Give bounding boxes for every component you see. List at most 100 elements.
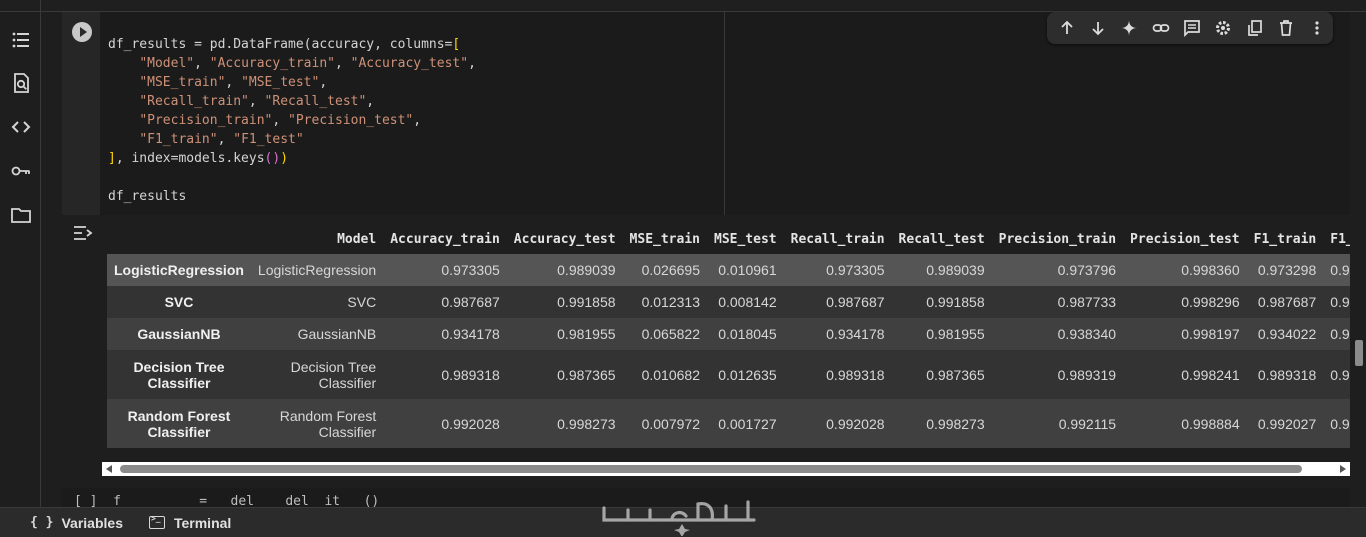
table-cell: 0.987365 bbox=[926, 366, 985, 383]
secrets-key-icon[interactable] bbox=[8, 158, 34, 184]
table-cell: 0.998296 bbox=[1181, 294, 1240, 310]
watermark-logo bbox=[602, 500, 756, 536]
row-index: GaussianNB bbox=[137, 326, 221, 342]
variables-label: Variables bbox=[61, 514, 123, 531]
table-header-row: Model Accuracy_train Accuracy_test MSE_t… bbox=[107, 224, 1366, 254]
output-actions-icon[interactable] bbox=[72, 222, 94, 244]
table-cell: 0.992028 bbox=[826, 415, 885, 432]
delete-cell-button[interactable] bbox=[1270, 12, 1301, 44]
trash-icon bbox=[1279, 20, 1292, 36]
table-cell: 0.989039 bbox=[557, 262, 616, 278]
table-row: GaussianNB GaussianNB 0.934178 0.981955 … bbox=[107, 318, 1366, 350]
table-cell: 0.065822 bbox=[641, 326, 700, 342]
model-cell: Decision Tree Classifier bbox=[290, 358, 377, 391]
table-cell: 0.981955 bbox=[926, 326, 985, 342]
vertical-scrollbar[interactable] bbox=[1352, 12, 1366, 507]
vertical-scroll-thumb[interactable] bbox=[1355, 340, 1363, 366]
find-replace-icon[interactable] bbox=[8, 70, 34, 96]
table-cell: 0.981955 bbox=[557, 326, 616, 342]
row-index: Random Forest Classifier bbox=[127, 407, 231, 440]
table-cell: 0.991858 bbox=[557, 294, 616, 310]
table-cell: 0.992028 bbox=[441, 415, 500, 432]
sparkle-icon bbox=[1121, 20, 1138, 36]
comment-button[interactable] bbox=[1176, 12, 1207, 44]
arrow-up-icon bbox=[1061, 20, 1073, 34]
settings-button[interactable] bbox=[1208, 12, 1239, 44]
column-header: MSE_train bbox=[629, 231, 700, 247]
index-header bbox=[107, 224, 251, 254]
table-cell: 0.989319 bbox=[1057, 366, 1117, 383]
table-cell: 0.998197 bbox=[1181, 326, 1240, 342]
more-vert-icon bbox=[1315, 21, 1319, 35]
variables-button[interactable]: { } Variables bbox=[30, 515, 123, 531]
model-cell: GaussianNB bbox=[297, 326, 377, 342]
table-cell: 0.989318 bbox=[441, 366, 500, 383]
table-cell: 0.008142 bbox=[718, 294, 777, 310]
gemini-button[interactable] bbox=[1114, 12, 1145, 44]
column-header: MSE_test bbox=[714, 231, 777, 247]
terminal-icon bbox=[148, 514, 165, 529]
table-cell: 0.992115 bbox=[1058, 415, 1117, 432]
table-cell: 0.998241 bbox=[1181, 366, 1240, 383]
table-cell: 0.934022 bbox=[1257, 326, 1317, 342]
table-cell: 0.026695 bbox=[641, 262, 700, 278]
run-cell-button[interactable] bbox=[72, 22, 92, 42]
table-cell: 0.998273 bbox=[557, 415, 616, 432]
column-header: Recall_test bbox=[898, 231, 985, 247]
row-index: Decision Tree Classifier bbox=[133, 358, 225, 391]
table-cell: 0.973796 bbox=[1057, 262, 1117, 278]
mirror-icon bbox=[1247, 20, 1262, 36]
table-cell: 0.998273 bbox=[926, 415, 985, 432]
gear-icon bbox=[1216, 21, 1231, 35]
move-up-button[interactable] bbox=[1051, 12, 1082, 44]
scroll-right-arrow[interactable] bbox=[1340, 465, 1346, 473]
dataframe-table: Model Accuracy_train Accuracy_test MSE_t… bbox=[107, 224, 1366, 448]
horizontal-scrollbar[interactable] bbox=[102, 462, 1350, 476]
table-cell: 0.012635 bbox=[718, 366, 777, 383]
table-row: SVC SVC 0.987687 0.991858 0.012313 0.008… bbox=[107, 286, 1366, 318]
table-cell: 0.998884 bbox=[1181, 415, 1240, 432]
scroll-left-arrow[interactable] bbox=[106, 465, 112, 473]
top-divider bbox=[40, 0, 41, 12]
table-cell: 0.992027 bbox=[1257, 415, 1317, 432]
table-cell: 0.987687 bbox=[441, 294, 500, 310]
column-header: Model bbox=[337, 231, 377, 247]
table-cell: 0.987365 bbox=[557, 366, 616, 383]
left-rail bbox=[0, 12, 41, 507]
comment-icon bbox=[1184, 20, 1200, 37]
table-cell: 0.973305 bbox=[826, 262, 885, 278]
table-cell: 0.987687 bbox=[826, 294, 885, 310]
column-header: Precision_test bbox=[1130, 231, 1240, 247]
table-cell: 0.007972 bbox=[641, 415, 700, 432]
table-cell: 0.987733 bbox=[1057, 294, 1117, 310]
row-index: LogisticRegression bbox=[114, 262, 244, 278]
column-header: Precision_train bbox=[998, 231, 1117, 247]
table-row: LogisticRegression LogisticRegression 0.… bbox=[107, 254, 1366, 286]
column-header: Accuracy_test bbox=[513, 231, 616, 247]
arrow-down-icon bbox=[1092, 22, 1104, 36]
code-text: df_results = pd.DataFrame(accuracy, colu… bbox=[108, 37, 476, 204]
table-cell: 0.973305 bbox=[441, 262, 500, 278]
table-cell: 0.010961 bbox=[718, 262, 777, 278]
column-header: Recall_train bbox=[790, 231, 885, 247]
scroll-thumb[interactable] bbox=[120, 465, 1302, 473]
table-cell: 0.989318 bbox=[826, 366, 885, 383]
table-of-contents-icon[interactable] bbox=[8, 27, 34, 53]
table-cell: 0.989318 bbox=[1257, 366, 1317, 383]
code-snippets-icon[interactable] bbox=[8, 114, 34, 140]
move-down-button[interactable] bbox=[1082, 12, 1113, 44]
next-cell-code: [ ] f = del del it () bbox=[74, 494, 380, 507]
table-cell: 0.998360 bbox=[1181, 262, 1240, 278]
braces-icon: { } bbox=[30, 515, 54, 530]
table-cell: 0.010682 bbox=[641, 366, 700, 383]
column-header: Accuracy_train bbox=[390, 231, 500, 247]
table-cell: 0.018045 bbox=[718, 326, 777, 342]
table-cell: 0.973298 bbox=[1257, 262, 1317, 278]
terminal-button[interactable]: Terminal bbox=[148, 514, 231, 531]
top-bar bbox=[0, 0, 1366, 12]
more-actions-button[interactable] bbox=[1302, 12, 1333, 44]
cell-toolbar bbox=[1047, 12, 1333, 44]
copy-link-button[interactable] bbox=[1145, 12, 1176, 44]
mirror-cell-button[interactable] bbox=[1239, 12, 1270, 44]
files-folder-icon[interactable] bbox=[8, 202, 34, 228]
